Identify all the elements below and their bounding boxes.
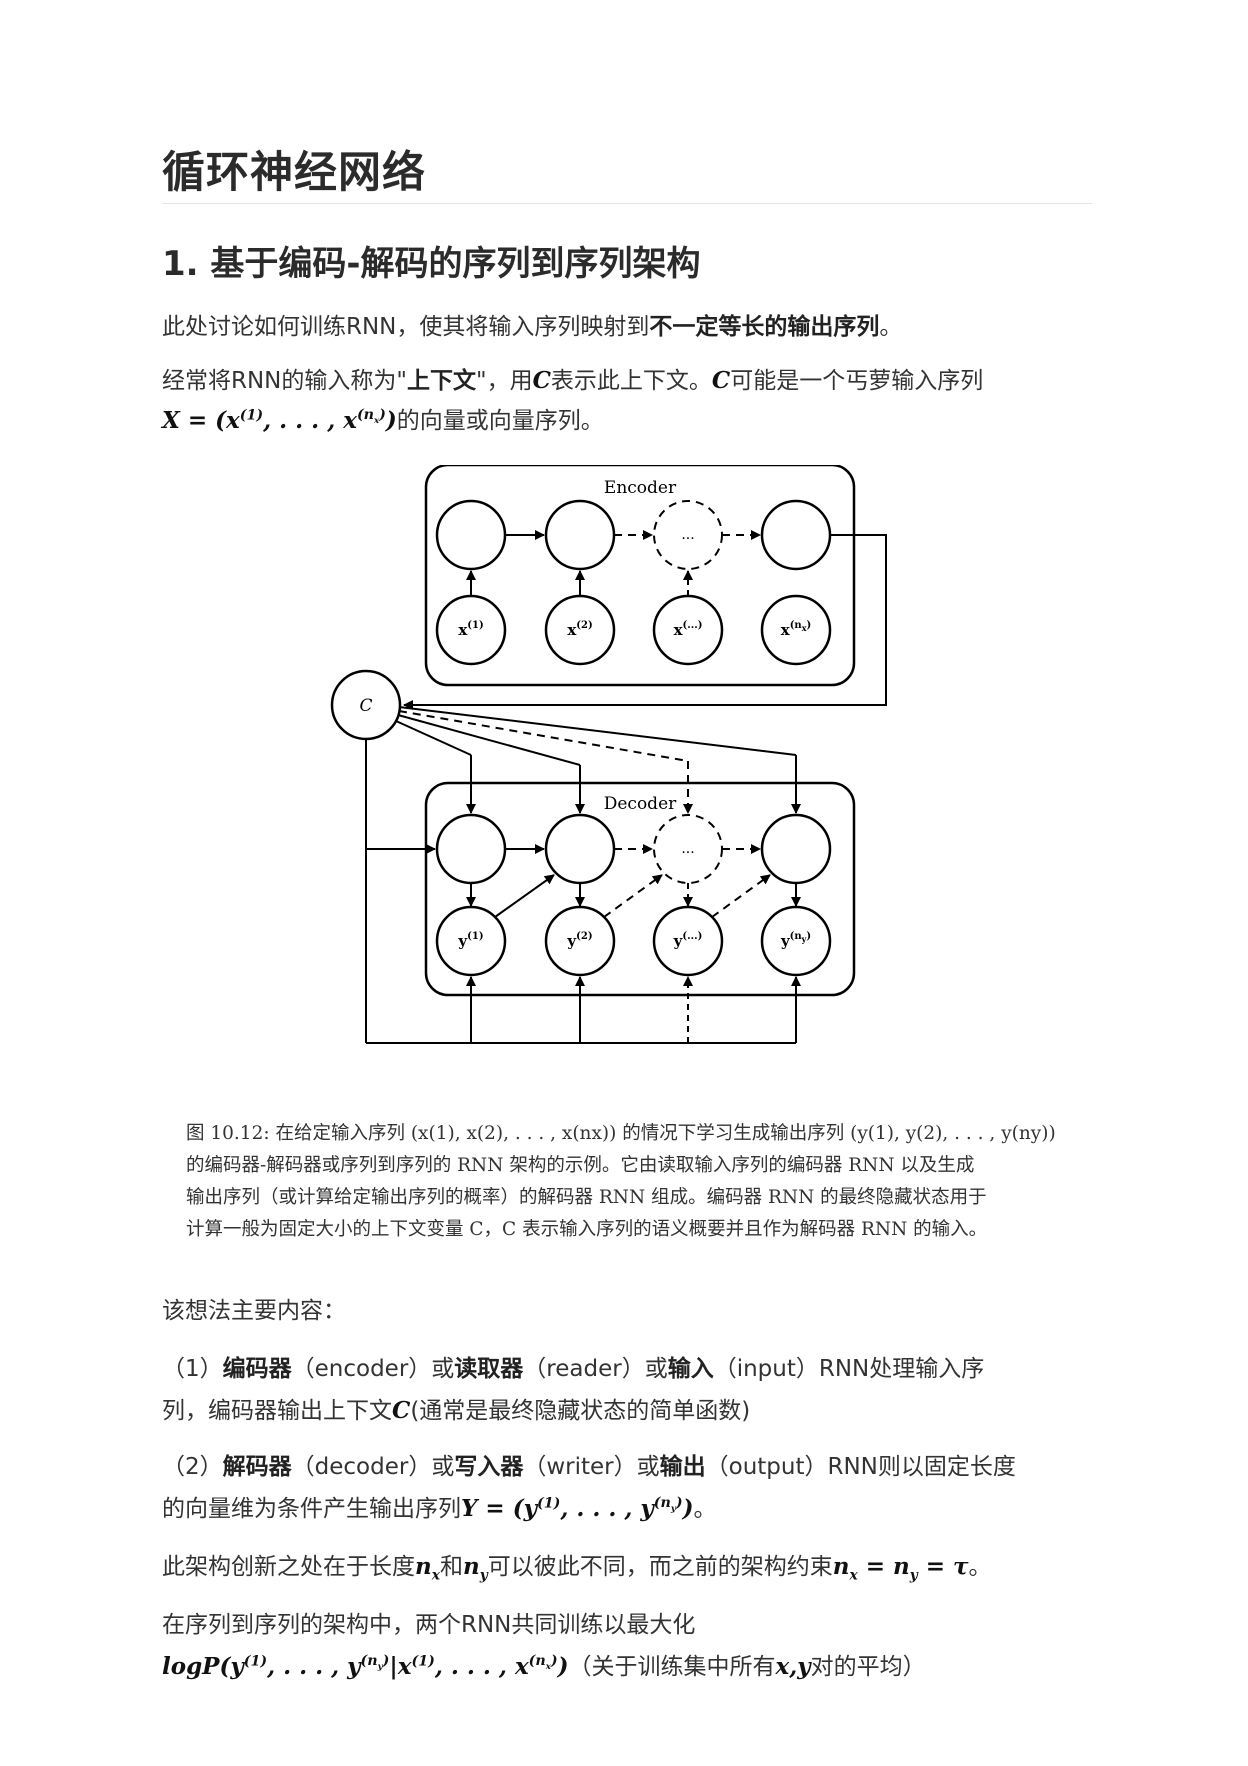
bold-text: 不一定等长的输出序列 <box>649 314 880 340</box>
bold-text: 解码器 <box>222 1454 292 1480</box>
text: 可能是一个丐萝输入序列 <box>730 368 984 394</box>
list-item-2-line2: 的向量维为条件产生输出序列Y = (y(1), . . . , y(ny))。 <box>162 1488 717 1530</box>
decoder-hidden-node-last <box>760 813 832 885</box>
text: "，用 <box>475 368 533 394</box>
text: 的向量维为条件产生输出序列 <box>162 1496 461 1522</box>
figure-caption: 图 10.12: 在给定输入序列 (x(1), x(2), . . . , x(… <box>186 1118 1076 1246</box>
math-symbol: C <box>711 367 731 394</box>
math-symbol: x <box>775 1653 790 1680</box>
formula-log-likelihood: logP(y(1), . . . , y(ny)|x(1), . . . , x… <box>162 1653 569 1680</box>
text: （output）RNN则以固定长度 <box>705 1454 1016 1480</box>
context-edge <box>397 714 581 766</box>
feedback-arrow <box>494 874 555 918</box>
encoder-hidden-node-2 <box>544 499 616 571</box>
math-symbol: C <box>392 1397 411 1424</box>
text: 。 <box>879 314 903 340</box>
text: 表示此上下文。 <box>550 368 712 394</box>
math-symbol: C <box>532 367 551 394</box>
text: （encoder）或 <box>291 1356 455 1382</box>
text: 经常将RNN的输入称为" <box>162 368 407 394</box>
math-ny: ny <box>462 1553 488 1584</box>
text: 的向量或向量序列。 <box>396 408 604 434</box>
paragraph-main-idea: 该想法主要内容： <box>162 1298 346 1324</box>
caption-line: 图 10.12: 在给定输入序列 (x(1), x(2), . . . , x(… <box>186 1123 1056 1144</box>
encoder-decoder-diagram: Encoder ... x(1) x(2) x(...) x(nx) C Dec… <box>330 465 887 1044</box>
text: 可以彼此不同，而之前的架构约束 <box>487 1554 833 1580</box>
paragraph-intro: 此处讨论如何训练RNN，使其将输入序列映射到不一定等长的输出序列。 <box>162 306 902 348</box>
bold-text: 读取器 <box>454 1356 524 1382</box>
bold-text: 编码器 <box>222 1356 292 1382</box>
ellipsis-label: ... <box>681 527 694 543</box>
text: 对的平均） <box>810 1654 926 1680</box>
caption-line: 输出序列（或计算给定输出序列的概率）的解码器 RNN 组成。编码器 RNN 的最… <box>186 1187 987 1208</box>
paragraph-context-line1: 经常将RNN的输入称为"上下文"，用C表示此上下文。C可能是一个丐萝输入序列 <box>162 360 983 402</box>
context-label: C <box>359 696 372 716</box>
math-symbol: y <box>797 1653 811 1680</box>
list-item-1-line1: （1）编码器（encoder）或读取器（reader）或输入（input）RNN… <box>162 1348 984 1390</box>
bold-text: 输入 <box>667 1356 714 1382</box>
page-title: 循环神经网络 <box>162 148 426 198</box>
decoder-hidden-node-1 <box>435 813 507 885</box>
section-heading: 1. 基于编码-解码的序列到序列架构 <box>162 244 701 284</box>
bold-text: 写入器 <box>454 1454 524 1480</box>
math-constraint: nx = ny = τ <box>832 1553 969 1584</box>
math-nx: nx <box>415 1553 440 1584</box>
text: 和 <box>439 1554 463 1580</box>
feedback-arrow-dashed <box>603 874 663 918</box>
decoder-label: Decoder <box>604 794 677 814</box>
list-item-2-line1: （2）解码器（decoder）或写入器（writer）或输出（output）RN… <box>162 1446 1016 1488</box>
text: （writer）或 <box>523 1454 660 1480</box>
text: 。 <box>968 1554 992 1580</box>
paragraph-training-line1: 在序列到序列的架构中，两个RNN共同训练以最大化 <box>162 1612 696 1638</box>
text: （reader）或 <box>523 1356 668 1382</box>
caption-line: 的编码器-解码器或序列到序列的 RNN 架构的示例。它由读取输入序列的编码器 R… <box>186 1155 975 1176</box>
text: （2） <box>162 1454 223 1480</box>
decoder-hidden-node-2 <box>544 813 616 885</box>
text: 。 <box>693 1496 717 1522</box>
bold-text: 上下文 <box>406 368 476 394</box>
formula-y-sequence: Y = (y(1), . . . , y(ny)) <box>461 1495 694 1522</box>
text: 此架构创新之处在于长度 <box>162 1554 415 1580</box>
context-edge <box>395 720 472 756</box>
text: （关于训练集中所有 <box>568 1654 776 1680</box>
paragraph-innovation: 此架构创新之处在于长度nx和ny可以彼此不同，而之前的架构约束nx = ny =… <box>162 1546 992 1588</box>
encoder-label: Encoder <box>604 478 677 498</box>
encoder-hidden-node-last <box>760 499 832 571</box>
text: （1） <box>162 1356 223 1382</box>
caption-line: 计算一般为固定大小的上下文变量 C，C 表示输入序列的语义概要并且作为解码器 R… <box>186 1219 988 1240</box>
encoder-hidden-node-1 <box>435 499 507 571</box>
paragraph-training-line2: logP(y(1), . . . , y(ny)|x(1), . . . , x… <box>162 1646 926 1688</box>
text: （input）RNN处理输入序 <box>713 1356 985 1382</box>
text: 此处讨论如何训练RNN，使其将输入序列映射到 <box>162 314 650 340</box>
formula-x-sequence: X = (x(1), . . . , x(nx)) <box>162 407 397 434</box>
title-divider <box>162 203 1092 204</box>
text: （decoder）或 <box>291 1454 455 1480</box>
paragraph-context-line2: X = (x(1), . . . , x(nx))的向量或向量序列。 <box>162 400 604 442</box>
bold-text: 输出 <box>659 1454 706 1480</box>
feedback-arrow-dashed <box>711 874 771 918</box>
ellipsis-label: ... <box>681 841 694 857</box>
text: 列，编码器输出上下文 <box>162 1398 392 1424</box>
text: (通常是最终隐藏状态的简单函数) <box>410 1398 751 1424</box>
list-item-1-line2: 列，编码器输出上下文C(通常是最终隐藏状态的简单函数) <box>162 1390 750 1432</box>
